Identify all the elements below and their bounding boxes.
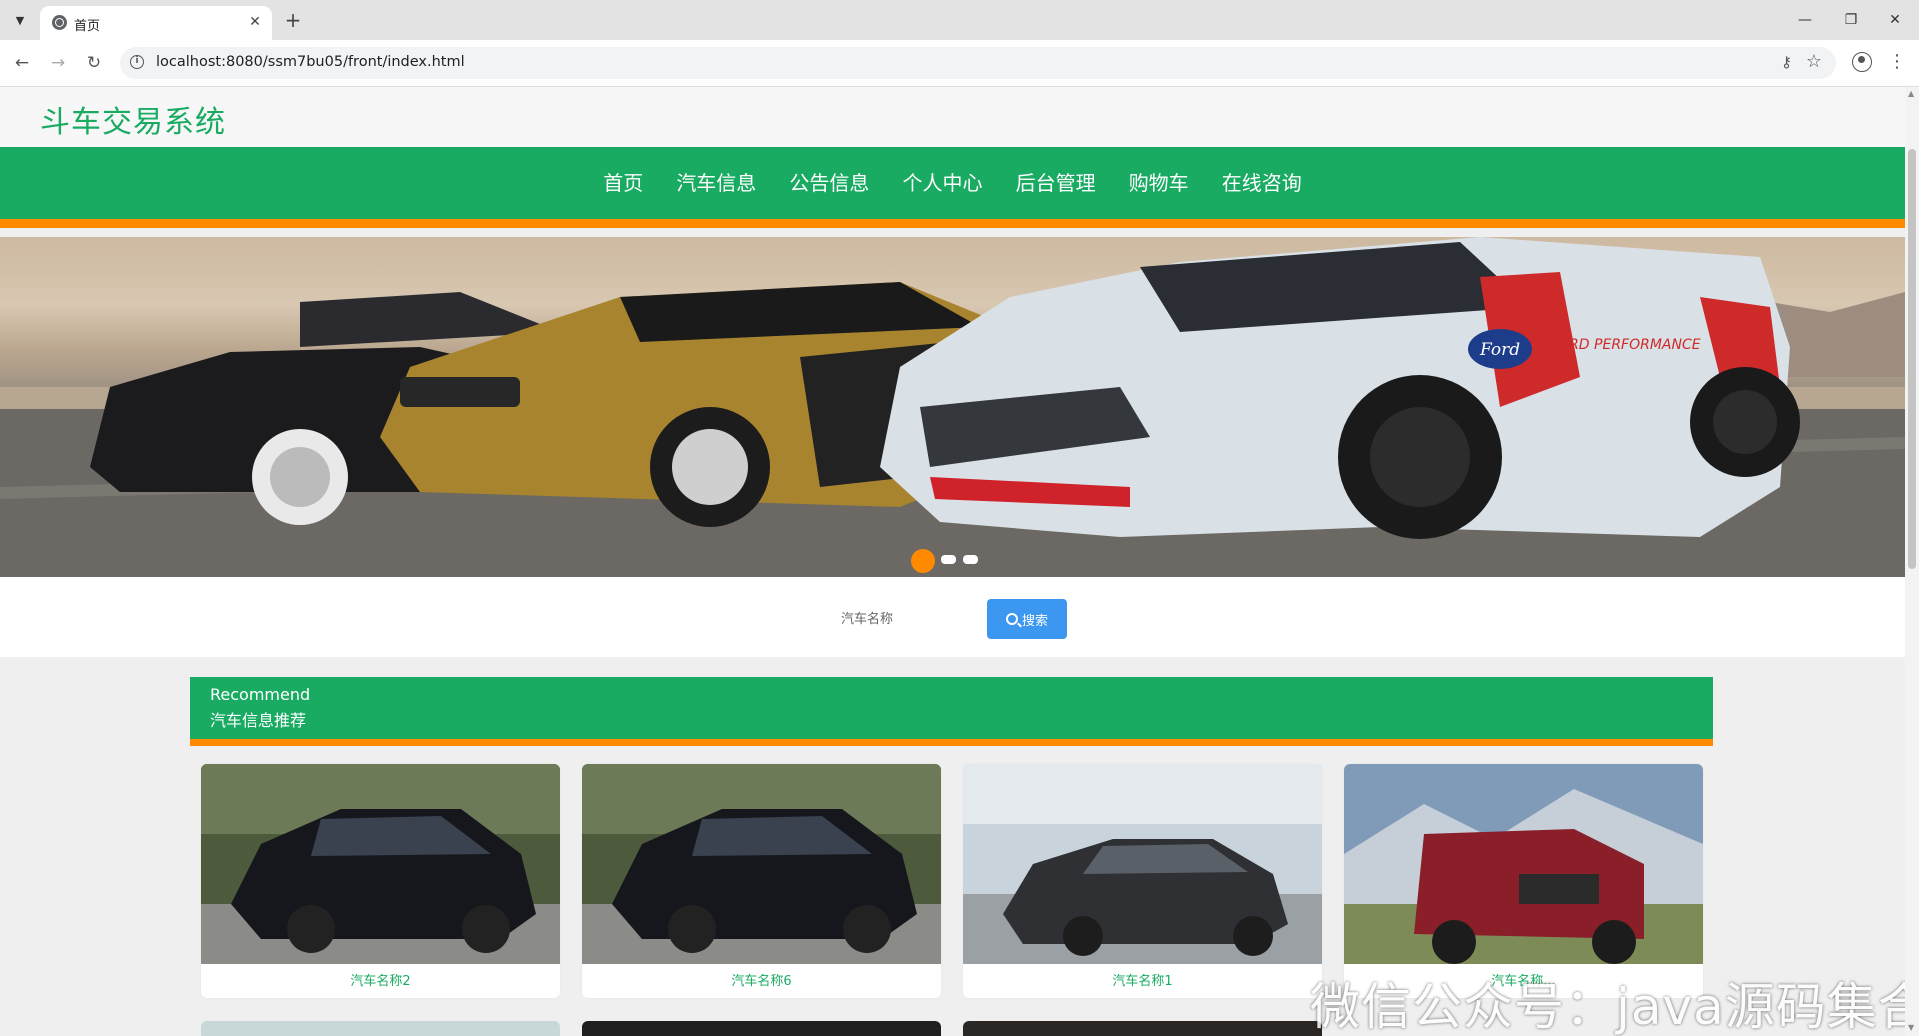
watermark-text: 微信公众号：java源码集合 xyxy=(1310,978,1905,1036)
browser-tab-strip: ▼ 首页 ✕ + — ❐ ✕ xyxy=(0,0,1919,40)
nav-item-admin[interactable]: 后台管理 xyxy=(1016,147,1096,219)
car-card-partial[interactable] xyxy=(201,1021,560,1036)
nav-item-chat[interactable]: 在线咨询 xyxy=(1222,147,1302,219)
car-card-name[interactable]: 汽车名称1 xyxy=(963,970,1322,989)
globe-icon xyxy=(52,15,67,30)
nav-item-notices[interactable]: 公告信息 xyxy=(789,147,869,219)
search-bar: 搜索 xyxy=(0,577,1905,657)
car-name-search-input[interactable] xyxy=(773,604,973,634)
window-close-icon[interactable]: ✕ xyxy=(1872,8,1918,32)
car-card-partial[interactable] xyxy=(963,1021,1322,1036)
carousel-dot-1[interactable] xyxy=(911,549,935,573)
car-card-name[interactable]: 汽车名称6 xyxy=(582,970,941,989)
search-button-label: 搜索 xyxy=(1021,613,1048,629)
car-card-name[interactable]: 汽车名称2 xyxy=(201,970,560,989)
browser-toolbar: ← → ↻ i localhost:8080/ssm7bu05/front/in… xyxy=(0,40,1919,87)
tab-title: 首页 xyxy=(74,19,101,34)
recommend-title-en: Recommend xyxy=(210,685,311,704)
car-card[interactable]: 汽车名称... xyxy=(1344,764,1703,998)
scrollbar-thumb[interactable] xyxy=(1908,149,1916,569)
browser-tab-active[interactable]: 首页 ✕ xyxy=(40,6,272,40)
ford-logo-text: Ford xyxy=(1479,340,1520,360)
tab-search-chevron-icon[interactable]: ▼ xyxy=(8,8,32,32)
bookmark-star-icon[interactable]: ☆ xyxy=(1806,51,1822,72)
car-image xyxy=(201,764,560,964)
password-key-icon[interactable]: ⚷ xyxy=(1781,53,1792,71)
banner-image: Ford FORD PERFORMANCE xyxy=(0,237,1905,577)
carousel-dot-2[interactable] xyxy=(941,555,956,564)
page-scrollbar[interactable]: ▲ ▼ xyxy=(1905,87,1919,1036)
forward-arrow-icon[interactable]: → xyxy=(46,51,70,75)
site-title[interactable]: 斗车交易系统 xyxy=(40,97,226,141)
car-image xyxy=(963,764,1322,964)
site-info-icon[interactable]: i xyxy=(130,55,144,69)
nav-item-profile[interactable]: 个人中心 xyxy=(903,147,983,219)
restore-icon[interactable]: ❐ xyxy=(1828,8,1874,32)
recommend-title-cn: 汽车信息推荐 xyxy=(210,711,307,730)
car-card-partial[interactable] xyxy=(582,1021,941,1036)
tab-close-icon[interactable]: ✕ xyxy=(246,13,264,31)
car-card[interactable]: 汽车名称1 xyxy=(963,764,1322,998)
main-nav: 首页 汽车信息 公告信息 个人中心 后台管理 购物车 在线咨询 xyxy=(0,147,1905,228)
ford-performance-text: FORD PERFORMANCE xyxy=(1550,337,1701,353)
browser-menu-icon[interactable]: ⋮ xyxy=(1888,50,1906,74)
car-image xyxy=(582,764,941,964)
carousel-dot-3[interactable] xyxy=(963,555,978,564)
nav-item-home[interactable]: 首页 xyxy=(603,147,643,219)
car-card[interactable]: 汽车名称6 xyxy=(582,764,941,998)
site-header: 斗车交易系统 xyxy=(0,87,1905,147)
nav-item-cars[interactable]: 汽车信息 xyxy=(676,147,756,219)
back-arrow-icon[interactable]: ← xyxy=(10,51,34,75)
address-bar[interactable]: i localhost:8080/ssm7bu05/front/index.ht… xyxy=(120,47,1836,79)
page-viewport: 斗车交易系统 首页 汽车信息 公告信息 个人中心 后台管理 购物车 在线咨询 F… xyxy=(0,87,1905,1036)
car-card[interactable]: 汽车名称2 xyxy=(201,764,560,998)
recommend-header: Recommend 汽车信息推荐 xyxy=(190,677,1713,746)
hero-banner[interactable]: Ford FORD PERFORMANCE xyxy=(0,237,1905,577)
scroll-down-icon[interactable]: ▼ xyxy=(1908,1023,1914,1032)
address-url[interactable]: localhost:8080/ssm7bu05/front/index.html xyxy=(156,54,465,70)
car-image xyxy=(1344,764,1703,964)
profile-avatar-icon[interactable] xyxy=(1852,52,1872,72)
scroll-up-icon[interactable]: ▲ xyxy=(1908,89,1914,98)
reload-icon[interactable]: ↻ xyxy=(82,51,106,75)
new-tab-icon[interactable]: + xyxy=(282,9,304,31)
nav-item-cart[interactable]: 购物车 xyxy=(1129,147,1189,219)
search-button[interactable]: 搜索 xyxy=(987,599,1067,639)
search-icon xyxy=(1005,613,1018,625)
minimize-icon[interactable]: — xyxy=(1782,8,1828,32)
